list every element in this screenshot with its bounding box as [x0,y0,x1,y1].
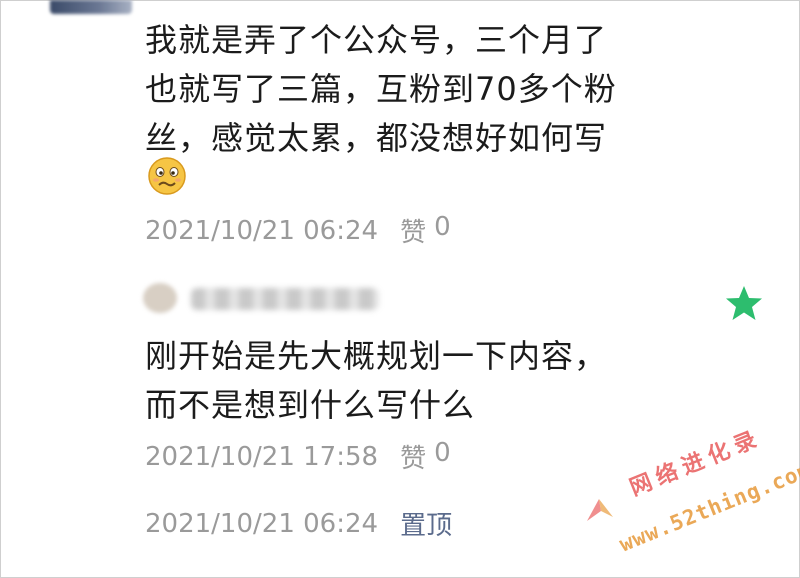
blurred-avatar [143,283,177,313]
watermark-logo-icon [587,499,613,521]
like-count: 0 [434,212,451,242]
footer-meta: 2021/10/21 06:24 置顶 [145,505,452,542]
like-button[interactable]: 赞 0 [400,212,451,249]
blurred-username [143,280,383,314]
timestamp: 2021/10/21 06:24 [145,215,379,246]
timestamp: 2021/10/21 17:58 [145,441,379,472]
comment-meta: 2021/10/21 06:24 赞 0 [145,212,451,249]
reply-meta: 2021/10/21 17:58 赞 0 [145,438,451,475]
confused-face-icon [148,157,186,195]
reply-text: 刚开始是先大概规划一下内容， 而不是想到什么写什么 [145,337,608,424]
blurred-name [191,288,379,310]
star-icon[interactable] [724,283,764,323]
timestamp: 2021/10/21 06:24 [145,508,379,539]
pin-button[interactable]: 置顶 [400,505,452,542]
comment-text: 我就是弄了个公众号，三个月了 也就写了三篇，互粉到70多个粉 丝，感觉太累，都没… [145,21,617,157]
like-count: 0 [434,438,451,468]
blurred-avatar [50,0,132,14]
like-button[interactable]: 赞 0 [400,438,451,475]
like-label: 赞 [400,444,427,474]
like-label: 赞 [400,218,427,248]
watermark: 网络进化录 www.52thing.com [585,426,800,556]
